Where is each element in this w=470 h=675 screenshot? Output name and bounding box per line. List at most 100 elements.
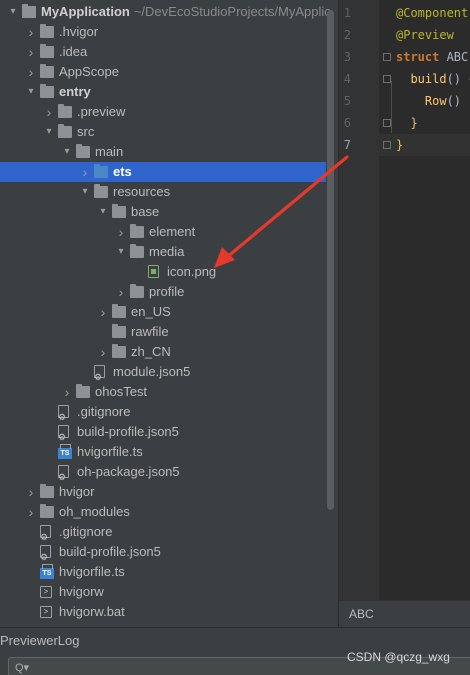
previewer-log-title[interactable]: PreviewerLog	[0, 633, 80, 648]
chevron-right-icon[interactable]: ›	[26, 62, 36, 82]
tree-item[interactable]: icon.png	[0, 262, 326, 282]
terminal-file-icon: >	[40, 606, 52, 618]
fold-marker[interactable]	[383, 53, 391, 61]
chevron-right-icon[interactable]: ›	[98, 342, 108, 362]
code-line[interactable]: Row()	[396, 90, 461, 112]
search-icon[interactable]: Q▾	[15, 661, 29, 674]
code-line[interactable]: struct ABC	[396, 46, 468, 68]
chevron-right-icon[interactable]: ›	[116, 222, 126, 242]
folder-icon	[40, 24, 54, 38]
editor-breadcrumb[interactable]: ABC	[339, 600, 470, 626]
folder-icon	[112, 204, 126, 218]
chevron-right-icon[interactable]: ›	[98, 302, 108, 322]
tree-item[interactable]: ▾ src	[0, 122, 326, 142]
chevron-down-icon[interactable]: ▾	[116, 242, 126, 262]
tree-item[interactable]: ▾ MyApplication ~/DevEcoStudioProjects/MyA…	[0, 2, 331, 22]
tree-item[interactable]: .gitignore	[0, 402, 326, 427]
tree-item[interactable]: › profile	[0, 282, 326, 302]
chevron-down-icon[interactable]: ▾	[62, 142, 72, 162]
tree-item[interactable]: > hvigorw.bat	[0, 602, 326, 622]
chevron-right-icon[interactable]: ›	[80, 162, 90, 182]
tree-item[interactable]: › .preview	[0, 102, 326, 122]
code-token: @Component	[396, 6, 469, 20]
chevron-right-icon[interactable]: ›	[26, 482, 36, 502]
code-token: struct	[396, 50, 447, 64]
folder-icon	[40, 64, 54, 78]
tree-item[interactable]: ▾ base	[0, 202, 326, 222]
tree-item[interactable]: › oh_modules	[0, 502, 326, 522]
tree-scrollbar[interactable]	[327, 10, 334, 510]
tree-item[interactable]: › AppScope	[0, 62, 326, 82]
tree-item[interactable]: › zh_CN	[0, 342, 326, 362]
code-token: Row	[396, 94, 447, 108]
code-line[interactable]: @Component	[396, 2, 468, 24]
chevron-right-icon[interactable]: ›	[44, 102, 54, 122]
code-token: }	[396, 138, 404, 152]
tree-item[interactable]: > hvigorw	[0, 582, 326, 602]
folder-icon	[40, 44, 54, 58]
tree-item[interactable]: build-profile.json5	[0, 422, 326, 447]
module-folder-icon	[22, 4, 36, 18]
folder-icon	[58, 124, 72, 138]
tree-item[interactable]: › .idea	[0, 42, 326, 62]
folder-icon	[130, 244, 144, 258]
tree-item[interactable]: › en_US	[0, 302, 326, 322]
tree-item[interactable]: TS hvigorfile.ts	[0, 442, 326, 462]
config-file-icon	[40, 545, 51, 567]
line-number: 5	[343, 94, 351, 108]
tree-item[interactable]: build-profile.json5	[0, 542, 326, 567]
tree-item[interactable]: › hvigor	[0, 482, 326, 502]
tree-item[interactable]: ▾ resources	[0, 182, 326, 202]
folder-icon	[130, 284, 144, 298]
tree-item[interactable]: › ets	[0, 162, 326, 182]
code-token: ABC	[446, 50, 469, 64]
code-line[interactable]: build() {	[396, 68, 470, 90]
chevron-right-icon[interactable]: ›	[116, 282, 126, 302]
tree-item-label: AppScope	[59, 64, 119, 79]
tree-item[interactable]: ▾ media	[0, 242, 326, 262]
tree-item-label: en_US	[131, 304, 171, 319]
code-token: ()	[446, 94, 462, 108]
code-line[interactable]: @Preview	[396, 24, 454, 46]
chevron-right-icon[interactable]: ›	[26, 22, 36, 42]
tree-item[interactable]: rawfile	[0, 322, 326, 342]
folder-icon	[130, 224, 144, 238]
tree-item[interactable]: oh-package.json5	[0, 462, 326, 487]
tree-item-label: hvigor	[59, 484, 95, 499]
chevron-down-icon[interactable]: ▾	[8, 2, 18, 22]
code-line[interactable]: }	[396, 112, 417, 134]
source-folder-icon	[94, 164, 108, 178]
tree-item[interactable]: TS hvigorfile.ts	[0, 562, 326, 582]
chevron-down-icon[interactable]: ▾	[98, 202, 108, 222]
breadcrumb-struct[interactable]: ABC	[349, 607, 374, 621]
tree-item-label: .idea	[59, 44, 88, 59]
tree-item[interactable]: › element	[0, 222, 326, 242]
tree-item[interactable]: ▾ entry	[0, 82, 326, 102]
code-line[interactable]: }	[379, 134, 470, 156]
code-editor[interactable]: 1 2 3 4 5 6 7 @Component @Preview struct ABC bui…	[339, 0, 470, 600]
indent-guide	[391, 81, 392, 133]
chevron-down-icon[interactable]: ▾	[80, 182, 90, 202]
chevron-right-icon[interactable]: ›	[62, 382, 72, 402]
config-file-icon	[58, 465, 69, 487]
fold-marker[interactable]	[383, 75, 391, 83]
tree-item[interactable]: module.json5	[0, 362, 326, 387]
chevron-down-icon[interactable]: ▾	[44, 122, 54, 142]
folder-icon	[40, 504, 54, 518]
code-token: build	[396, 72, 447, 86]
tree-item[interactable]: ▾ main	[0, 142, 326, 162]
line-number: 3	[343, 50, 351, 64]
tree-item[interactable]: .gitignore	[0, 522, 326, 547]
chevron-right-icon[interactable]: ›	[26, 42, 36, 62]
chevron-down-icon[interactable]: ▾	[26, 82, 36, 102]
tree-item[interactable]: › ohosTest	[0, 382, 326, 402]
config-file-icon	[58, 405, 69, 427]
folder-icon	[58, 104, 72, 118]
tree-item-label: hvigorfile.ts	[77, 444, 143, 459]
chevron-right-icon[interactable]: ›	[26, 502, 36, 522]
tree-item-label: rawfile	[131, 324, 169, 339]
typescript-file-icon: TS	[58, 444, 72, 459]
fold-end-marker[interactable]	[383, 141, 391, 149]
fold-end-marker[interactable]	[383, 119, 391, 127]
tree-item[interactable]: › .hvigor	[0, 22, 326, 42]
